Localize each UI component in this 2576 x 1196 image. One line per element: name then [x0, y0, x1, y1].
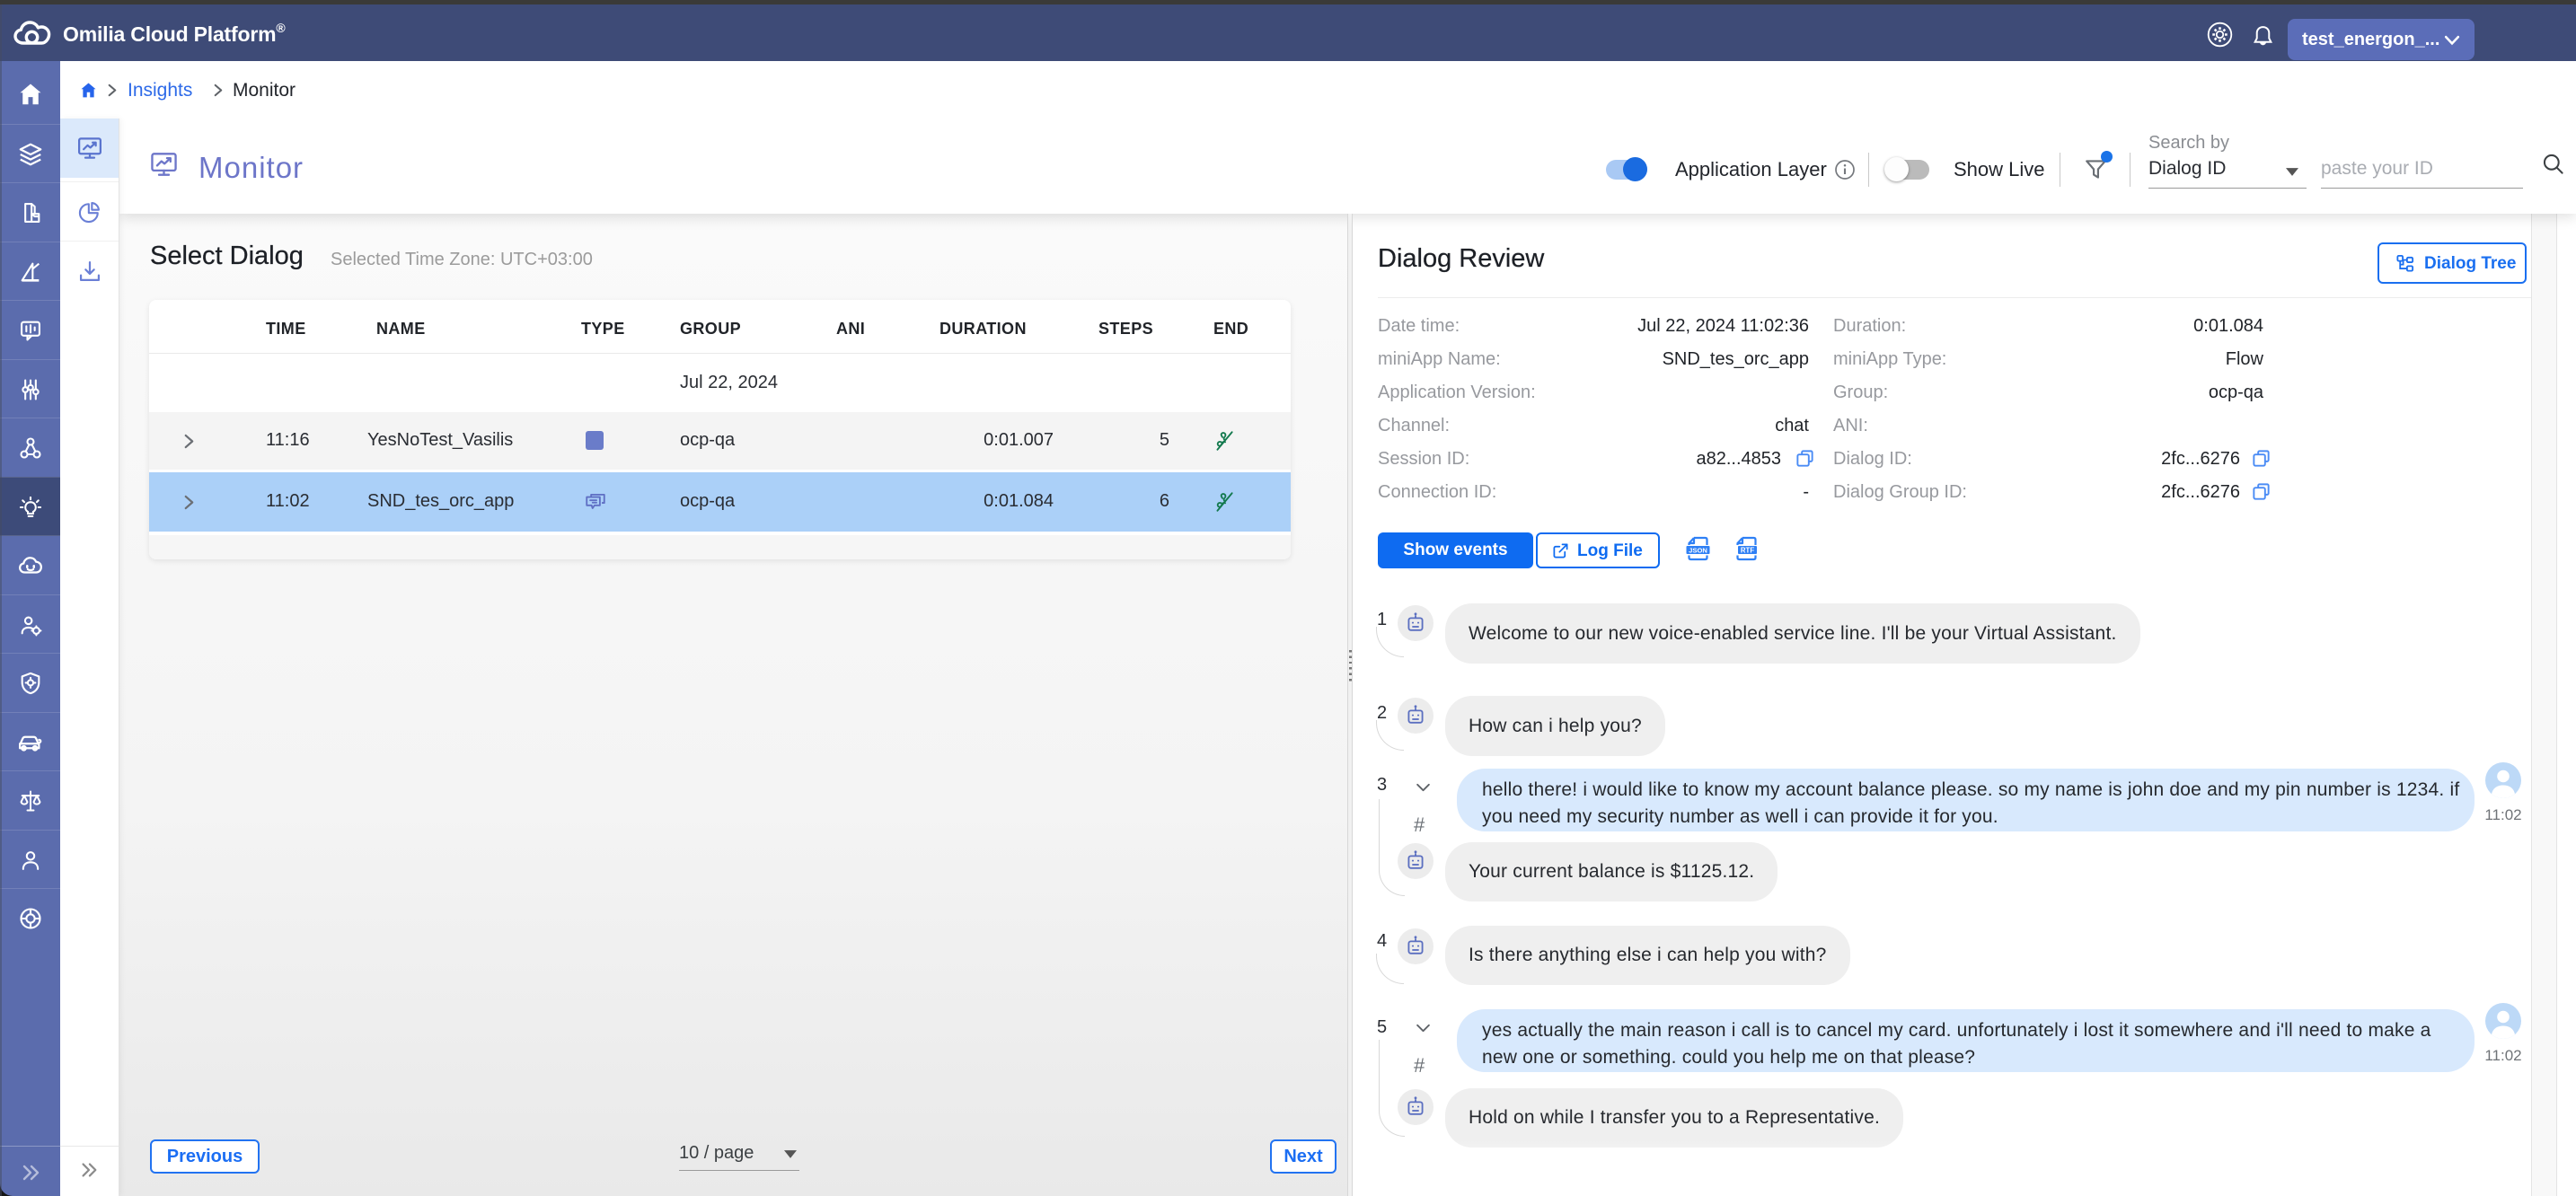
- svg-text:JSON: JSON: [1689, 546, 1707, 554]
- svg-text:RTF: RTF: [1741, 546, 1754, 554]
